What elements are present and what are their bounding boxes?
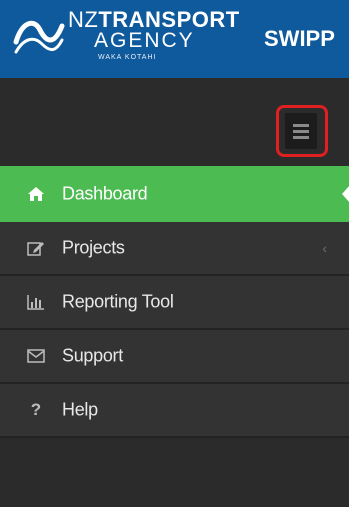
sidebar-panel: NZTRANSPORT AGENCY WAKA KOTAHI SWIPP Das… bbox=[0, 0, 350, 507]
sidebar-item-label: Projects bbox=[62, 237, 125, 258]
sidebar-item-label: Dashboard bbox=[62, 183, 148, 204]
header-bar: NZTRANSPORT AGENCY WAKA KOTAHI SWIPP bbox=[0, 0, 349, 78]
app-name: SWIPP bbox=[264, 26, 335, 51]
sidebar-item-reporting-tool[interactable]: Reporting Tool bbox=[0, 276, 349, 330]
bar-chart-icon bbox=[26, 292, 46, 312]
sidebar-item-dashboard[interactable]: Dashboard bbox=[0, 166, 350, 222]
sidebar-item-label: Support bbox=[62, 345, 123, 366]
chevron-left-icon: ‹ bbox=[322, 240, 327, 256]
sidebar-item-label: Help bbox=[62, 399, 98, 420]
sidebar-item-support[interactable]: Support bbox=[0, 330, 349, 384]
sidebar-nav: Dashboard Projects ‹ Reporting Tool Supp… bbox=[0, 166, 350, 438]
sidebar-item-projects[interactable]: Projects ‹ bbox=[0, 222, 349, 276]
sidebar-item-help[interactable]: ? Help bbox=[0, 384, 349, 438]
logo-mark-icon bbox=[13, 20, 65, 54]
nz-transport-agency-logo[interactable]: NZTRANSPORT AGENCY WAKA KOTAHI bbox=[12, 6, 239, 70]
envelope-icon bbox=[26, 346, 46, 366]
logo-agency: AGENCY bbox=[94, 29, 195, 52]
logo-waka-kotahi: WAKA KOTAHI bbox=[98, 54, 157, 61]
sidebar-item-label: Reporting Tool bbox=[62, 291, 174, 312]
question-icon: ? bbox=[30, 400, 42, 419]
home-icon bbox=[26, 184, 46, 204]
edit-icon bbox=[26, 238, 46, 258]
hamburger-menu-button[interactable] bbox=[285, 113, 317, 149]
